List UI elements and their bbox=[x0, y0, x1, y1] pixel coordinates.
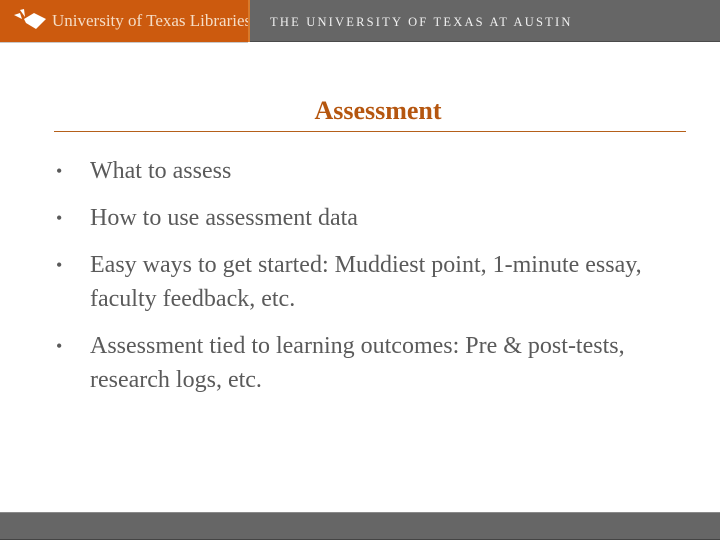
bullet-item: • Easy ways to get started: Muddiest poi… bbox=[56, 248, 656, 316]
slide-header: University of Texas Libraries THE UNIVER… bbox=[0, 0, 720, 43]
bullet-icon: • bbox=[56, 255, 63, 275]
library-name: University of Texas Libraries bbox=[52, 11, 252, 30]
bullet-text: How to use assessment data bbox=[90, 205, 358, 231]
university-name: THE UNIVERSITY OF TEXAS AT AUSTIN bbox=[270, 15, 573, 29]
library-banner: University of Texas Libraries bbox=[0, 0, 252, 43]
bullet-list: • What to assess • How to use assessment… bbox=[56, 154, 656, 410]
bullet-text: Assessment tied to learning outcomes: Pr… bbox=[90, 333, 625, 393]
bullet-text: What to assess bbox=[90, 158, 232, 184]
open-book-icon bbox=[14, 9, 46, 29]
bullet-item: • Assessment tied to learning outcomes: … bbox=[56, 329, 656, 397]
bullet-icon: • bbox=[56, 336, 63, 356]
title-underline bbox=[54, 131, 686, 132]
bullet-icon: • bbox=[56, 161, 63, 181]
bullet-icon: • bbox=[56, 208, 63, 228]
bullet-text: Easy ways to get started: Muddiest point… bbox=[90, 252, 642, 312]
university-banner: THE UNIVERSITY OF TEXAS AT AUSTIN bbox=[250, 0, 720, 42]
bullet-item: • How to use assessment data bbox=[56, 201, 656, 235]
bullet-item: • What to assess bbox=[56, 154, 656, 188]
slide-title: Assessment bbox=[314, 96, 442, 125]
slide-footer-bar bbox=[0, 512, 720, 540]
